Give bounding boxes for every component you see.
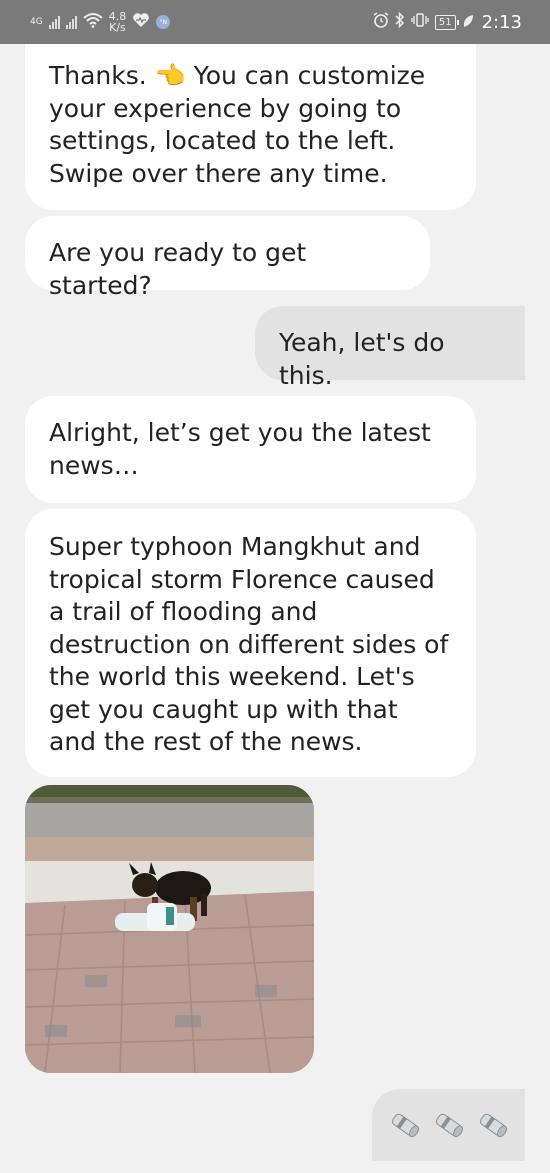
network-speed-unit: K/s bbox=[109, 21, 126, 34]
network-type-label: 4G bbox=[30, 16, 43, 27]
bot-message: Thanks. 👈 You can customize your experie… bbox=[25, 44, 476, 210]
status-bar: 4G 4.8 K/s °N 51 2:13 bbox=[0, 0, 550, 44]
rolled-newspaper-icon bbox=[433, 1078, 465, 1173]
network-speed: 4.8 K/s bbox=[109, 11, 127, 33]
user-message: Yeah, let's do this. bbox=[255, 306, 525, 390]
bluetooth-icon bbox=[395, 11, 405, 32]
alarm-icon bbox=[373, 12, 389, 32]
puppy-newspaper-gif[interactable] bbox=[25, 785, 314, 1073]
wifi-icon bbox=[83, 12, 103, 32]
nfc-badge-icon: °N bbox=[156, 15, 171, 29]
vibrate-icon bbox=[411, 12, 429, 32]
bot-message: Super typhoon Mangkhut and tropical stor… bbox=[25, 509, 476, 777]
rolled-newspaper-icon bbox=[389, 1078, 421, 1173]
signal-strength-2-icon bbox=[65, 15, 77, 29]
signal-strength-icon bbox=[48, 15, 60, 29]
status-left-group: 4G 4.8 K/s °N bbox=[30, 0, 171, 44]
rolled-newspaper-icon bbox=[477, 1078, 509, 1173]
bot-message: Alright, let’s get you the latest news… bbox=[25, 396, 476, 503]
power-saving-leaf-icon bbox=[462, 13, 474, 32]
bot-message: Are you ready to get started? bbox=[25, 216, 430, 300]
status-time: 2:13 bbox=[481, 11, 522, 33]
user-emoji-message bbox=[372, 1089, 525, 1161]
health-heart-icon bbox=[132, 12, 150, 32]
battery-icon: 51 bbox=[434, 14, 459, 30]
status-right-group: 51 2:13 bbox=[373, 0, 522, 44]
